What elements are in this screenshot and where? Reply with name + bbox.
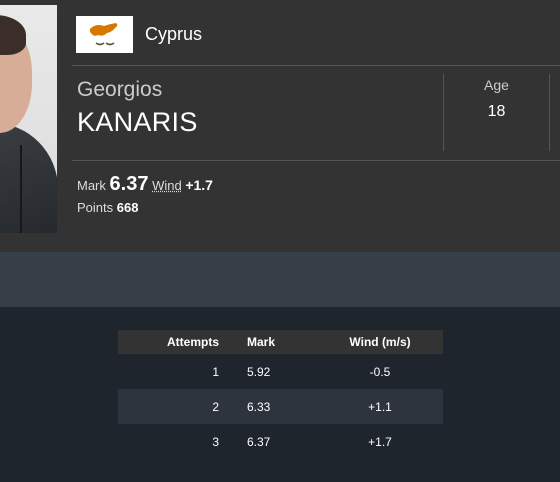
photo-zip [20,145,22,233]
attempt-number: 2 [118,389,223,424]
result-summary: Mark 6.37 Wind +1.7 [77,173,213,196]
points-label: Points [77,200,114,215]
age-label: Age [484,77,509,93]
column-header-wind: Wind (m/s) [317,330,443,354]
attempt-wind: -0.5 [369,364,391,379]
athlete-header: Cyprus Georgios KANARIS Age 18 Mark 6.37… [0,0,560,252]
mark-label: Mark [77,178,106,193]
attempt-number: 3 [212,434,219,449]
attempt-wind: +1.1 [317,389,443,424]
column-header-attempts: Attempts [118,330,223,354]
table-row: 1 5.92 -0.5 [118,354,443,389]
attempt-mark: 5.92 [247,364,271,379]
attempts-table: Attempts Mark Wind (m/s) 1 5.92 -0.5 2 6… [118,330,443,459]
section-band [0,252,560,307]
attempt-number: 1 [212,364,219,379]
points-summary: Points 668 [77,200,138,215]
mark-value: 6.37 [109,173,149,195]
divider [72,160,560,161]
photo-hair [0,15,26,55]
points-value: 668 [116,200,139,215]
attempt-wind: +1.7 [368,434,392,449]
attempt-mark: 6.33 [223,389,317,424]
wind-label: Wind [152,178,182,193]
attempt-mark: 6.37 [247,434,271,449]
table-row: 2 6.33 +1.1 [118,389,443,424]
athlete-last-name: KANARIS [77,107,198,137]
wind-value: +1.7 [185,177,213,193]
table-row: 3 6.37 +1.7 [118,424,443,459]
photo-jacket [0,123,57,233]
athlete-photo [0,5,57,233]
country-name: Cyprus [145,24,203,44]
column-header-mark: Mark [223,330,317,354]
divider [549,74,550,151]
table-header-row: Attempts Mark Wind (m/s) [118,330,443,354]
divider [72,65,560,66]
athlete-first-name: Georgios [77,78,163,101]
cyprus-flag-icon [76,16,133,53]
age-value: 18 [487,103,506,120]
